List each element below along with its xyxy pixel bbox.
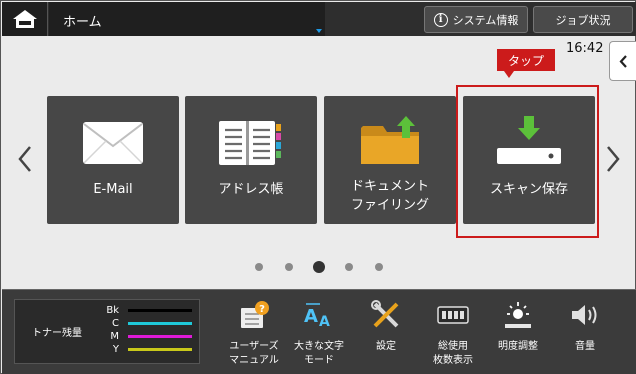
side-panel-tab[interactable]	[609, 41, 636, 81]
page-dot[interactable]	[255, 263, 263, 271]
page-dot[interactable]	[345, 263, 353, 271]
toner-code: Y	[112, 344, 119, 355]
page-title: ホーム	[63, 15, 102, 30]
info-icon: i	[433, 12, 448, 27]
tool-label-line2: マニュアル	[229, 355, 279, 366]
counter-icon	[437, 306, 469, 324]
svg-text:A: A	[304, 306, 318, 327]
settings-tools-icon	[371, 300, 399, 328]
toner-row-cyan: C	[93, 318, 203, 329]
page-dot-active[interactable]	[313, 261, 325, 273]
users-manual-button[interactable]: ? ユーザーズ マニュアル	[224, 296, 284, 372]
page-dot[interactable]	[375, 263, 383, 271]
tile-label: アドレス帳	[218, 182, 284, 197]
tile-label-line2: ファイリング	[350, 198, 429, 213]
system-info-button[interactable]: i システム情報	[424, 6, 528, 33]
tile-address-book[interactable]: アドレス帳	[185, 96, 317, 224]
volume-button[interactable]: 音量	[555, 296, 615, 372]
home-button[interactable]	[2, 2, 48, 36]
tile-label: E-Mail	[93, 182, 133, 197]
chevron-left-icon	[619, 55, 627, 68]
toner-row-black: Bk	[93, 305, 203, 316]
toner-bar-cyan	[128, 322, 192, 325]
volume-icon	[572, 305, 597, 325]
tap-callout: タップ	[497, 49, 555, 71]
page-indicator	[251, 260, 391, 274]
home-icon	[13, 10, 37, 28]
next-page-arrow-icon[interactable]	[603, 143, 623, 175]
toner-row-magenta: M	[93, 331, 203, 342]
total-count-button[interactable]: 総使用 枚数表示	[423, 296, 483, 372]
title-field[interactable]: ホーム	[49, 2, 325, 36]
svg-text:A: A	[319, 314, 330, 330]
tap-callout-pointer	[504, 71, 514, 78]
brightness-adjust-button[interactable]: 明度調整	[488, 296, 548, 372]
tap-highlight-frame	[456, 85, 599, 238]
tile-email[interactable]: E-Mail	[47, 96, 179, 224]
tile-document-filing[interactable]: ドキュメント ファイリング	[324, 96, 456, 224]
screen-frame: ホーム i システム情報 ジョブ状況 16:42 E-Mail アドレス帳 ドキ…	[0, 0, 636, 374]
page-dot[interactable]	[285, 263, 293, 271]
toner-bar-yellow	[128, 348, 192, 351]
svg-text:?: ?	[259, 304, 265, 315]
job-status-label: ジョブ状況	[555, 13, 611, 27]
system-info-label: システム情報	[452, 13, 519, 27]
top-bar: ホーム i システム情報 ジョブ状況	[2, 2, 636, 36]
clock: 16:42	[566, 41, 604, 56]
tool-label-line1: 大きな文字	[294, 341, 344, 352]
tool-label-line1: ユーザーズ	[229, 341, 279, 352]
prev-page-arrow-icon[interactable]	[15, 143, 35, 175]
brightness-icon	[505, 302, 531, 328]
tool-label: 明度調整	[498, 341, 538, 352]
toner-row-yellow: Y	[93, 344, 203, 355]
large-text-icon: A A	[304, 303, 330, 330]
manual-icon: ?	[241, 301, 269, 328]
tool-label-line2: モード	[304, 355, 334, 366]
toner-level-panel: トナー残量 Bk C M Y	[14, 299, 200, 364]
toner-code: C	[112, 318, 119, 329]
toner-code: Bk	[106, 305, 119, 316]
tool-label-line2: 枚数表示	[433, 355, 473, 366]
settings-button[interactable]: 設定	[356, 296, 416, 372]
toner-label: トナー残量	[32, 328, 82, 339]
envelope-icon	[83, 122, 143, 164]
toner-code: M	[110, 331, 119, 342]
toner-bar-magenta	[128, 335, 192, 338]
bottom-bar: トナー残量 Bk C M Y ? ユーザーズ マニュアル A A 大きな文字 モ…	[2, 289, 636, 374]
tool-label: 音量	[575, 341, 595, 352]
large-text-mode-button[interactable]: A A 大きな文字 モード	[289, 296, 349, 372]
toner-bar-black	[128, 309, 192, 312]
job-status-button[interactable]: ジョブ状況	[533, 6, 633, 33]
folder-upload-icon	[361, 116, 419, 164]
address-book-icon	[219, 121, 281, 165]
tile-label-line1: ドキュメント	[350, 179, 429, 194]
tool-label: 設定	[376, 341, 396, 352]
dropdown-indicator-icon	[316, 29, 322, 33]
tool-label-line1: 総使用	[438, 341, 468, 352]
